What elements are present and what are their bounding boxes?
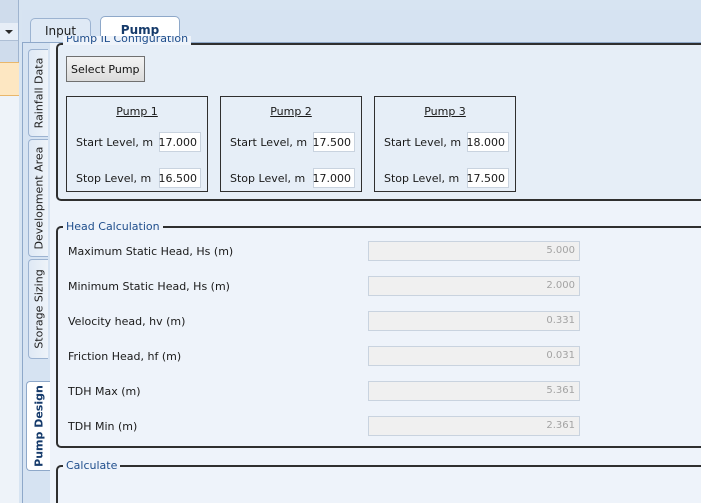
head-row-value: 5.000: [368, 241, 580, 261]
start-level-input[interactable]: 17.500: [313, 132, 355, 152]
head-row-velocity: Velocity head, hv (m) 0.331: [68, 311, 701, 333]
pump-design-panel: Pump IL Configuration Select Pump Pump 1…: [50, 36, 701, 503]
head-row-tdh-max: TDH Max (m) 5.361: [68, 381, 701, 403]
stop-level-label: Stop Level, m: [384, 171, 460, 185]
dropdown-toggle[interactable]: [0, 23, 18, 41]
pump-title: Pump 1: [116, 105, 158, 118]
head-row-tdh-min: TDH Min (m) 2.361: [68, 416, 701, 438]
start-level-label: Start Level, m: [384, 135, 462, 149]
content-panel: Rainfall Data Development Area Storage S…: [22, 36, 701, 503]
stop-level-input[interactable]: 17.500: [467, 168, 509, 188]
head-row-value: 5.361: [368, 381, 580, 401]
side-tab-strip: Rainfall Data Development Area Storage S…: [23, 43, 50, 503]
pump-2-card: Pump 2 Start Level, m 17.500 Stop Level, …: [220, 96, 362, 192]
start-level-label: Start Level, m: [76, 135, 154, 149]
side-tab-rainfall-data[interactable]: Rainfall Data: [28, 49, 48, 137]
head-row-max-static: Maximum Static Head, Hs (m) 5.000: [68, 241, 701, 263]
stop-level-label: Stop Level, m: [76, 171, 152, 185]
left-navigation-strip: [0, 0, 19, 503]
side-tab-label: Development Area: [32, 146, 45, 250]
head-row-value: 2.000: [368, 276, 580, 296]
pump-title: Pump 3: [424, 105, 466, 118]
head-calculation-legend: Head Calculation: [63, 220, 163, 234]
head-row-value: 2.361: [368, 416, 580, 436]
select-pump-button[interactable]: Select Pump: [66, 56, 145, 82]
head-row-min-static: Minimum Static Head, Hs (m) 2.000: [68, 276, 701, 298]
start-level-input[interactable]: 18.000: [467, 132, 509, 152]
calculate-group: Calculate: [56, 459, 701, 503]
selected-nav-item[interactable]: [0, 62, 19, 96]
stop-level-input[interactable]: 16.500: [159, 168, 201, 188]
side-tab-label: Rainfall Data: [32, 57, 45, 129]
stop-level-label: Stop Level, m: [230, 171, 306, 185]
start-level-input[interactable]: 17.000: [159, 132, 201, 152]
side-tab-storage-sizing[interactable]: Storage Sizing: [28, 259, 48, 359]
head-row-label: Friction Head, hf (m): [68, 350, 182, 363]
stop-level-input[interactable]: 17.000: [313, 168, 355, 188]
pump-config-group: Pump IL Configuration Select Pump Pump 1…: [56, 36, 701, 201]
head-calculation-group: Head Calculation Maximum Static Head, Hs…: [56, 220, 701, 448]
calculate-legend: Calculate: [63, 459, 121, 473]
side-tab-label: Storage Sizing: [32, 269, 45, 349]
side-tab-label: Pump Design: [32, 385, 45, 467]
tab-pump-label: Pump: [120, 23, 160, 37]
pump-1-card: Pump 1 Start Level, m 17.000 Stop Level, …: [66, 96, 208, 192]
head-row-label: TDH Max (m): [68, 385, 141, 398]
head-row-value: 0.031: [368, 346, 580, 366]
head-row-label: TDH Min (m): [68, 420, 138, 433]
head-row-label: Maximum Static Head, Hs (m): [68, 245, 234, 258]
nav-pane: [0, 96, 19, 503]
side-tab-development-area[interactable]: Development Area: [28, 139, 48, 257]
pump-title: Pump 2: [270, 105, 312, 118]
pump-config-legend: Pump IL Configuration: [63, 36, 192, 45]
start-level-label: Start Level, m: [230, 135, 308, 149]
side-tab-pump-design[interactable]: Pump Design: [26, 381, 50, 471]
head-row-label: Velocity head, hv (m): [68, 315, 186, 328]
pump-3-card: Pump 3 Start Level, m 18.000 Stop Level, …: [374, 96, 516, 192]
chevron-down-icon: [5, 29, 13, 34]
head-row-value: 0.331: [368, 311, 580, 331]
head-row-label: Minimum Static Head, Hs (m): [68, 280, 230, 293]
head-row-friction: Friction Head, hf (m) 0.031: [68, 346, 701, 368]
